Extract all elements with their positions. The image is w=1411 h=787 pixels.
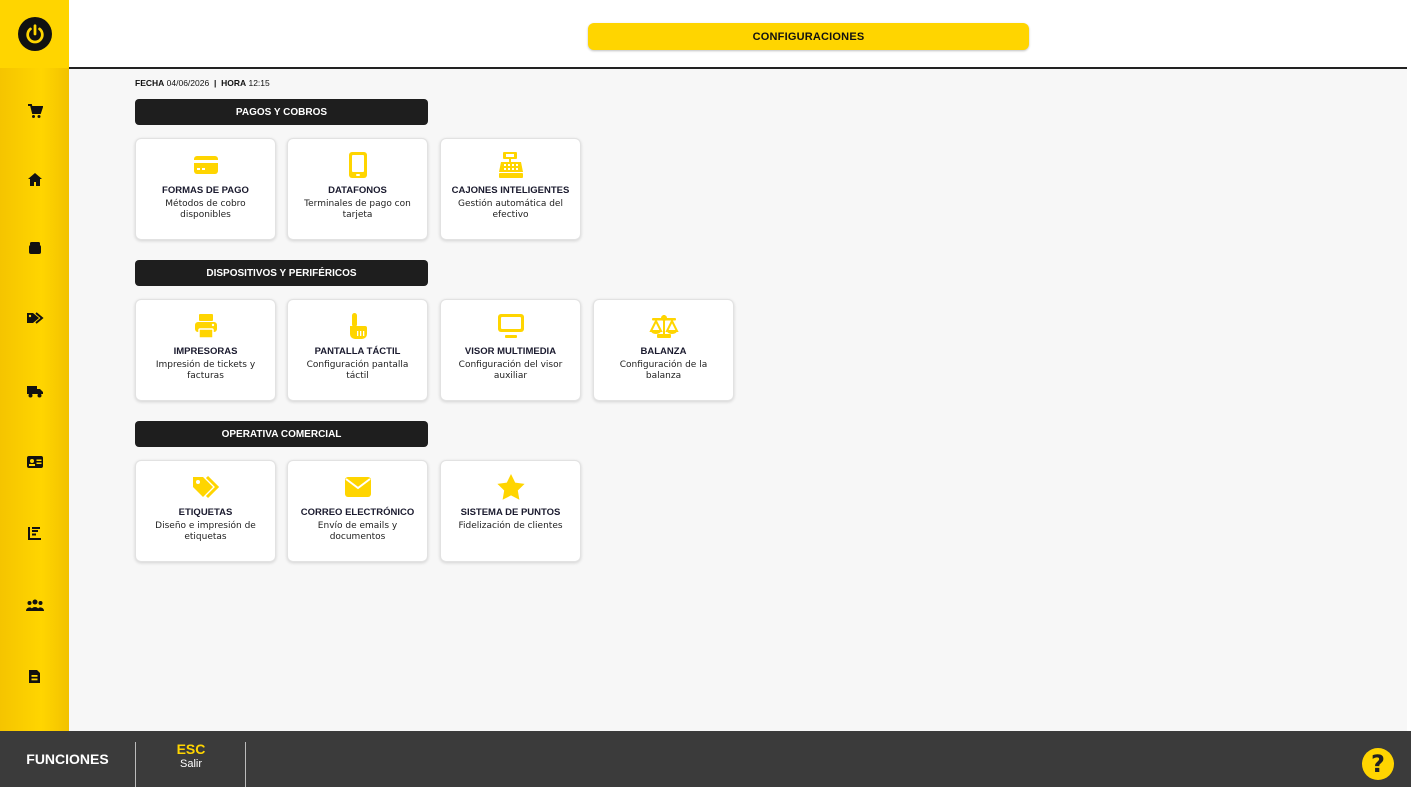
monitor-icon — [441, 312, 580, 340]
chart-icon — [28, 526, 41, 540]
footer-divider — [245, 742, 246, 787]
card-description: Métodos de cobro disponibles — [165, 199, 246, 220]
envelope-icon — [288, 473, 427, 501]
sidebar-item-users[interactable] — [0, 591, 69, 619]
sidebar-item-cart[interactable] — [0, 97, 69, 125]
top-header: CONFIGURACIONES — [69, 0, 1411, 69]
cart-icon — [27, 104, 43, 118]
touch-hand-icon — [288, 312, 427, 340]
card-title: FORMAS DE PAGO — [162, 185, 249, 196]
card-title: VISOR MULTIMEDIA — [464, 346, 557, 357]
power-icon — [17, 17, 52, 51]
right-edge — [1407, 0, 1411, 731]
sidebar-item-home[interactable] — [0, 165, 69, 193]
card-description: Configuración de la balanza — [619, 360, 708, 381]
printer-icon — [136, 312, 275, 340]
home-icon — [27, 172, 42, 186]
sidebar-item-reports[interactable] — [0, 519, 69, 547]
card-title: DATAFONOS — [328, 185, 387, 196]
card-email[interactable]: CORREO ELECTRÓNICO Envío de emails y doc… — [287, 460, 428, 562]
time-label: HORA — [221, 78, 247, 88]
date-label: FECHA — [135, 78, 165, 88]
tags-icon — [26, 312, 44, 324]
date-value: 04/06/2026 — [166, 78, 210, 88]
separator: | — [211, 78, 219, 88]
card-description: Impresión de tickets y facturas — [155, 360, 256, 381]
card-title: CORREO ELECTRÓNICO — [300, 507, 415, 518]
scale-icon — [594, 312, 733, 340]
star-icon — [441, 473, 580, 501]
card-title: SISTEMA DE PUNTOS — [460, 507, 561, 518]
date-time-line: FECHA 04/06/2026 | HORA 12:15 — [135, 78, 270, 88]
truck-icon — [26, 386, 43, 398]
credit-card-icon — [136, 151, 275, 179]
card-title: IMPRESORAS — [173, 346, 238, 357]
card-payment-methods[interactable]: FORMAS DE PAGO Métodos de cobro disponib… — [135, 138, 276, 240]
time-value: 12:15 — [248, 78, 270, 88]
section-header-commercial: OPERATIVA COMERCIAL — [135, 421, 428, 447]
sidebar — [0, 0, 69, 731]
id-card-icon — [26, 456, 43, 468]
esc-key-label: ESC — [176, 741, 206, 757]
power-button[interactable] — [0, 0, 69, 68]
card-touch-screen[interactable]: PANTALLA TÁCTIL Configuración pantalla t… — [287, 299, 428, 401]
card-scale[interactable]: BALANZA Configuración de la balanza — [593, 299, 734, 401]
card-smart-drawers[interactable]: CAJONES INTELIGENTES Gestión automática … — [440, 138, 581, 240]
card-description: Envío de emails y documentos — [317, 521, 398, 542]
card-printers[interactable]: IMPRESORAS Impresión de tickets y factur… — [135, 299, 276, 401]
section-header-payments: PAGOS Y COBROS — [135, 99, 428, 125]
card-description: Diseño e impresión de etiquetas — [155, 521, 256, 542]
card-description: Configuración pantalla táctil — [306, 360, 409, 381]
sidebar-item-products[interactable] — [0, 234, 69, 262]
card-title: BALANZA — [640, 346, 687, 357]
footer-bar: FUNCIONES ESC Salir — [0, 731, 1411, 787]
cash-register-icon — [441, 151, 580, 179]
box-icon — [28, 242, 41, 254]
sidebar-item-customers[interactable] — [0, 448, 69, 476]
card-description: Fidelización de clientes — [458, 521, 563, 531]
sidebar-item-delivery[interactable] — [0, 377, 69, 405]
card-points-system[interactable]: SISTEMA DE PUNTOS Fidelización de client… — [440, 460, 581, 562]
card-multimedia-viewer[interactable]: VISOR MULTIMEDIA Configuración del visor… — [440, 299, 581, 401]
section-header-devices: DISPOSITIVOS Y PERIFÉRICOS — [135, 260, 428, 286]
card-title: CAJONES INTELIGENTES — [451, 185, 570, 196]
functions-button[interactable]: FUNCIONES — [0, 731, 135, 787]
esc-action-label: Salir — [179, 758, 202, 770]
sidebar-item-documents[interactable] — [0, 662, 69, 690]
document-icon — [29, 669, 40, 683]
page-title: CONFIGURACIONES — [588, 23, 1029, 50]
esc-exit-button[interactable]: ESC Salir — [136, 731, 246, 787]
card-datafonos[interactable]: DATAFONOS Terminales de pago con tarjeta — [287, 138, 428, 240]
sidebar-item-tags[interactable] — [0, 304, 69, 332]
users-icon — [25, 599, 44, 611]
help-icon[interactable]: ? — [1362, 748, 1394, 780]
card-description: Gestión automática del efectivo — [458, 199, 563, 220]
card-description: Configuración del visor auxiliar — [458, 360, 563, 381]
card-title: PANTALLA TÁCTIL — [314, 346, 401, 357]
tags-icon — [136, 473, 275, 501]
card-labels[interactable]: ETIQUETAS Diseño e impresión de etiqueta… — [135, 460, 276, 562]
card-description: Terminales de pago con tarjeta — [304, 199, 411, 220]
tablet-icon — [288, 151, 427, 179]
card-title: ETIQUETAS — [178, 507, 233, 518]
